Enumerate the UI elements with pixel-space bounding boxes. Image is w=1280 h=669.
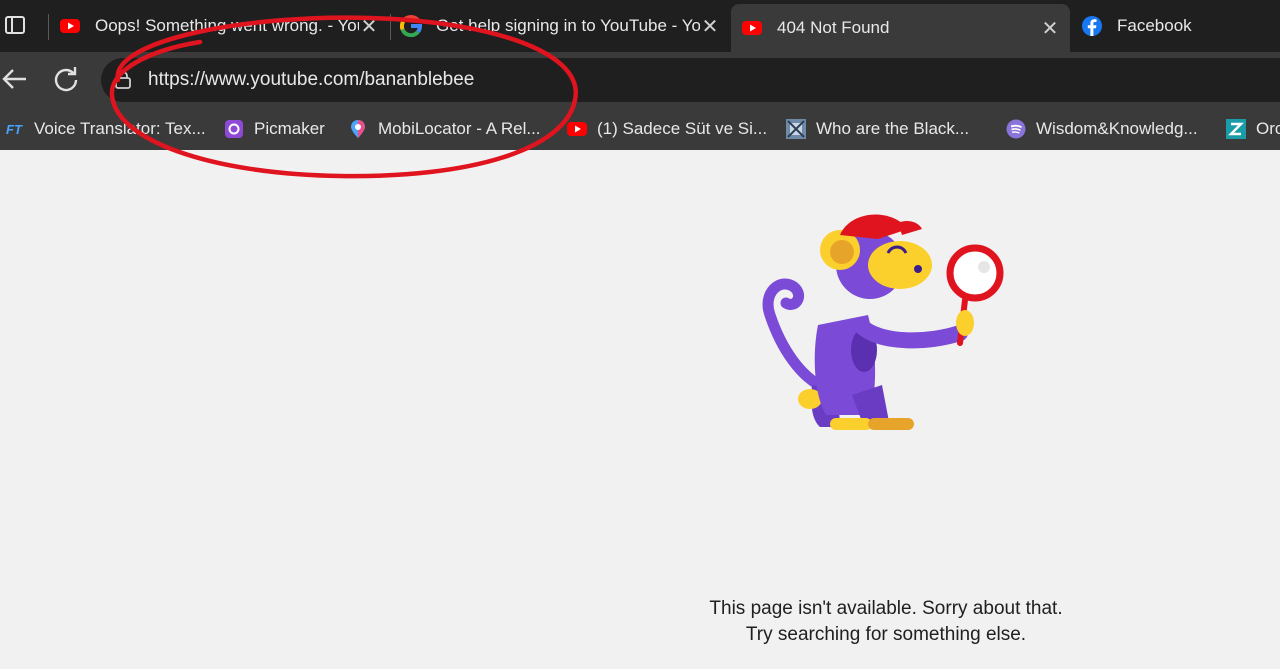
ft-icon: FT (6, 121, 22, 137)
close-icon[interactable]: ✕ (1040, 16, 1060, 41)
page-content (0, 150, 1280, 669)
bookmark-who-are-the-black[interactable]: Who are the Black... (786, 116, 969, 142)
bookmark-picmaker[interactable]: Picmaker (224, 116, 325, 142)
bookmark-label: (1) Sadece Süt ve Si... (597, 119, 768, 138)
bookmark-label: Picmaker (254, 119, 325, 138)
close-icon[interactable]: ✕ (700, 14, 720, 39)
toolbar: https://www.youtube.com/bananblebee (0, 52, 1280, 108)
image-icon (786, 119, 806, 139)
facebook-icon (1082, 16, 1102, 36)
tab-404[interactable]: 404 Not Found ✕ (731, 4, 1070, 52)
tab-bar: Oops! Something went wrong. - YouTube ✕ … (0, 0, 1280, 52)
tab-title: Facebook (1117, 16, 1192, 35)
google-icon (400, 15, 422, 37)
error-message-line-1: This page isn't available. Sorry about t… (709, 598, 1063, 619)
tab-oops[interactable]: Oops! Something went wrong. - YouTube ✕ (49, 6, 389, 46)
tab-actions-icon[interactable] (4, 14, 26, 36)
bookmark-label: Voice Translator: Tex... (34, 119, 206, 138)
bookmark-sadece[interactable]: (1) Sadece Süt ve Si... (567, 116, 767, 142)
picmaker-icon (225, 120, 243, 138)
location-pin-icon (351, 120, 365, 138)
error-message-line-2: Try searching for something else. (745, 624, 1027, 645)
bookmark-wisdom[interactable]: Wisdom&Knowledg... (1006, 116, 1198, 142)
youtube-icon (742, 21, 762, 35)
monkey-illustration (762, 214, 1004, 435)
z-icon (1226, 119, 1246, 139)
youtube-icon (60, 19, 80, 33)
tab-help[interactable]: Get help signing in to YouTube - YouTube… (390, 6, 730, 46)
bookmark-label: Wisdom&Knowledg... (1036, 119, 1198, 138)
tab-title: Oops! Something went wrong. - YouTube (95, 16, 359, 35)
back-arrow-icon[interactable] (0, 64, 30, 94)
bookmarks-bar: FT Voice Translator: Tex... Picmaker Mob… (0, 108, 1280, 150)
address-bar[interactable]: https://www.youtube.com/bananblebee (101, 58, 1280, 102)
tab-title: 404 Not Found (777, 18, 890, 37)
bookmark-mobilocator[interactable]: MobiLocator - A Rel... (348, 116, 541, 142)
tab-title: Get help signing in to YouTube - YouTube… (436, 16, 700, 35)
tab-facebook[interactable]: Facebook (1071, 6, 1280, 46)
site-info-icon[interactable] (113, 70, 133, 90)
bookmark-label: Who are the Black... (816, 119, 970, 138)
bookmark-voice-translator[interactable]: FT Voice Translator: Tex... (4, 116, 206, 142)
bookmark-label: MobiLocator - A Rel... (378, 119, 541, 138)
url-text[interactable]: https://www.youtube.com/bananblebee (148, 69, 474, 91)
bookmark-orc[interactable]: Orc (1226, 116, 1280, 142)
youtube-icon (567, 122, 587, 136)
close-icon[interactable]: ✕ (359, 14, 379, 39)
reload-icon[interactable] (51, 64, 81, 94)
bookmark-label: Orc (1256, 119, 1280, 138)
spotify-icon (1006, 119, 1026, 139)
